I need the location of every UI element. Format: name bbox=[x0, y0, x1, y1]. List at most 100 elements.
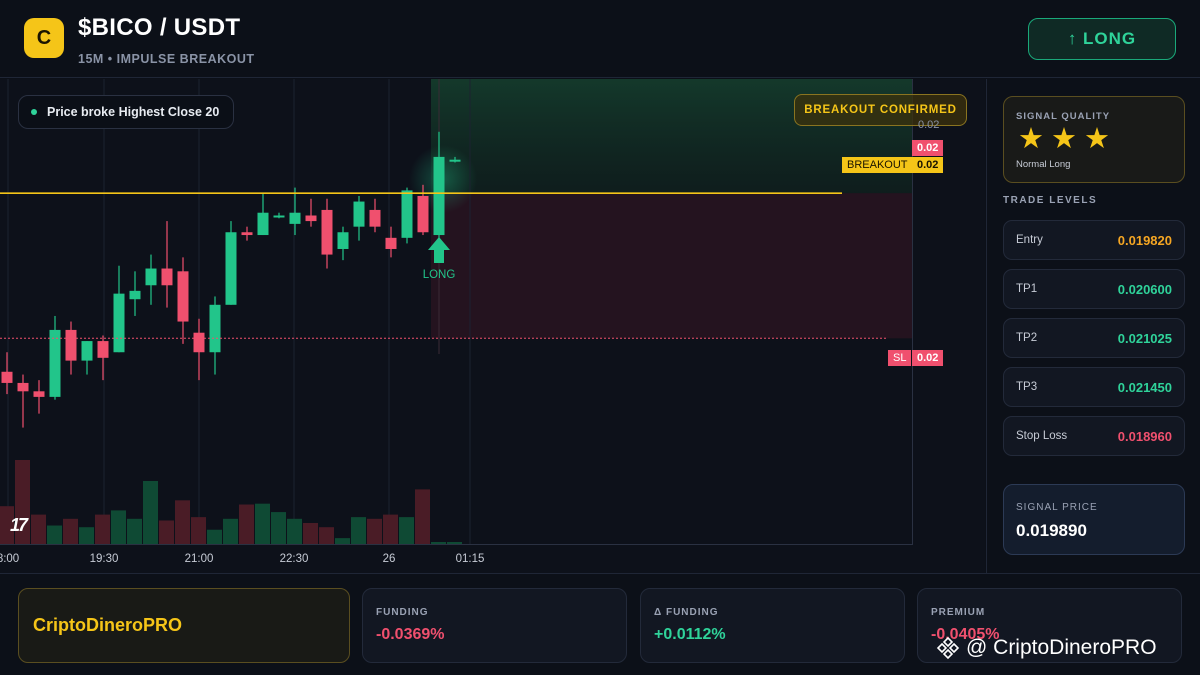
candle-body bbox=[433, 156, 445, 236]
volume-bar bbox=[239, 504, 254, 544]
level-value: 0.018960 bbox=[1117, 428, 1172, 444]
candlestick-chart: LONG 8:00 19:30 21:00 22:30 26 01:15 bbox=[0, 79, 912, 565]
level-tp1: TP1 0.020600 bbox=[1003, 269, 1185, 309]
candle-body bbox=[161, 268, 173, 286]
time-axis-label: 19:30 bbox=[90, 553, 119, 565]
signal-price-value: 0.019890 bbox=[1016, 521, 1087, 540]
level-tp2: TP2 0.021025 bbox=[1003, 318, 1185, 358]
volume-bar bbox=[319, 527, 334, 544]
last-price-tag: 0.02 bbox=[912, 140, 944, 156]
coin-logo: C bbox=[24, 18, 64, 58]
volume-bar bbox=[287, 518, 302, 544]
level-value: 0.020600 bbox=[1117, 281, 1172, 297]
level-entry: Entry 0.019820 bbox=[1003, 220, 1185, 260]
volume-bar bbox=[399, 517, 414, 544]
level-value: 0.019820 bbox=[1117, 232, 1172, 248]
level-tp3: TP3 0.021450 bbox=[1003, 367, 1185, 407]
volume-bar bbox=[303, 523, 318, 544]
volume-bar bbox=[367, 518, 382, 544]
volume-bar bbox=[95, 514, 110, 544]
tradingview-logo: 17 bbox=[10, 515, 28, 535]
price-chart[interactable]: LONG 8:00 19:30 21:00 22:30 26 01:15 Price br… bbox=[0, 79, 985, 573]
volume-bar bbox=[447, 542, 462, 544]
volume-bar bbox=[383, 514, 398, 544]
time-axis-label: 26 bbox=[383, 553, 396, 565]
stat-value: -0.0369% bbox=[376, 626, 445, 643]
star-icon: ★ bbox=[1084, 123, 1110, 155]
level-label: TP3 bbox=[1016, 381, 1038, 393]
candle-body bbox=[241, 232, 253, 236]
volume-bar bbox=[111, 510, 126, 544]
level-value: 0.021450 bbox=[1117, 379, 1172, 395]
star-icon: ★ bbox=[1018, 123, 1044, 155]
candle-body bbox=[289, 212, 301, 224]
volume-bar bbox=[79, 527, 94, 544]
volume-bar bbox=[191, 517, 206, 544]
time-axis-label: 01:15 bbox=[456, 553, 485, 565]
volume-bar bbox=[255, 503, 270, 544]
volume-bar bbox=[159, 520, 174, 544]
candle-body bbox=[209, 304, 221, 353]
status-dot-icon bbox=[31, 109, 37, 115]
stat-label: FUNDING bbox=[376, 607, 429, 618]
volume-bar bbox=[335, 538, 350, 544]
level-label: TP1 bbox=[1016, 283, 1038, 295]
candle-body bbox=[353, 201, 365, 227]
candle-body bbox=[113, 293, 125, 353]
candle-body bbox=[129, 290, 141, 300]
candle-body bbox=[145, 268, 157, 286]
candle-body bbox=[97, 341, 109, 358]
signal-quality-card: SIGNAL QUALITY ★ ★ ★ Normal Long bbox=[1003, 96, 1185, 183]
signal-quality-note: Normal Long bbox=[1016, 159, 1071, 170]
breakout-note-text: Price broke Highest Close 20 bbox=[47, 105, 220, 119]
stat-label: PREMIUM bbox=[931, 607, 986, 618]
signal-sidebar: SIGNAL QUALITY ★ ★ ★ Normal Long TRADE LEV… bbox=[986, 79, 1200, 573]
candle-body bbox=[225, 232, 237, 305]
stat-label: Δ FUNDING bbox=[654, 607, 719, 618]
delta-funding-card: Δ FUNDING +0.0112% bbox=[640, 588, 905, 663]
watermark: @ CriptoDineroPRO bbox=[936, 636, 1157, 660]
top-price-label: 0.02 bbox=[918, 119, 940, 131]
breakout-level-value: 0.02 bbox=[912, 157, 944, 173]
candle-body bbox=[305, 215, 317, 222]
funding-card: FUNDING -0.0369% bbox=[362, 588, 627, 663]
level-label: Entry bbox=[1016, 234, 1043, 246]
signal-price-label: SIGNAL PRICE bbox=[1016, 502, 1098, 513]
watermark-text: @ CriptoDineroPRO bbox=[966, 636, 1157, 659]
stop-loss-zone bbox=[431, 193, 912, 339]
candle-body bbox=[17, 382, 29, 392]
stop-loss-value: 0.02 bbox=[912, 350, 944, 366]
candle-body bbox=[273, 215, 285, 218]
stop-loss-label: SL bbox=[888, 350, 912, 366]
pair-title: $BICO / USDT bbox=[78, 14, 241, 41]
time-axis-label: 21:00 bbox=[185, 553, 214, 565]
candle-body bbox=[1, 371, 13, 383]
breakout-level-label: BREAKOUT bbox=[842, 157, 913, 173]
candle-body bbox=[257, 212, 269, 236]
volume-bar bbox=[63, 518, 78, 544]
time-axis-label: 22:30 bbox=[280, 553, 309, 565]
level-label: Stop Loss bbox=[1016, 430, 1068, 442]
level-label: TP2 bbox=[1016, 332, 1038, 344]
binance-icon bbox=[936, 636, 960, 660]
signal-quality-label: SIGNAL QUALITY bbox=[1016, 111, 1111, 122]
timeframe-subtitle: 15M • IMPULSE BREAKOUT bbox=[78, 52, 255, 66]
long-signal-button[interactable]: ↑ LONG bbox=[1028, 18, 1176, 60]
volume-bar bbox=[127, 518, 142, 544]
candle-body bbox=[33, 391, 45, 397]
candle-body bbox=[449, 159, 461, 162]
volume-bar bbox=[351, 517, 366, 544]
time-axis-label: 8:00 bbox=[0, 553, 19, 565]
trade-levels-title: TRADE LEVELS bbox=[1003, 195, 1098, 206]
candle-body bbox=[81, 341, 93, 361]
volume-bar bbox=[143, 481, 158, 544]
volume-bar bbox=[415, 489, 430, 544]
volume-bar bbox=[47, 525, 62, 544]
candle-body bbox=[49, 329, 61, 397]
signal-price-card: SIGNAL PRICE 0.019890 bbox=[1003, 484, 1185, 555]
breakout-note: Price broke Highest Close 20 bbox=[18, 95, 235, 129]
header: C $BICO / USDT 15M • IMPULSE BREAKOUT ↑ … bbox=[0, 0, 1200, 78]
quality-stars: ★ ★ ★ bbox=[1018, 123, 1110, 155]
stat-value: +0.0112% bbox=[654, 626, 726, 643]
volume-bar bbox=[271, 512, 286, 544]
